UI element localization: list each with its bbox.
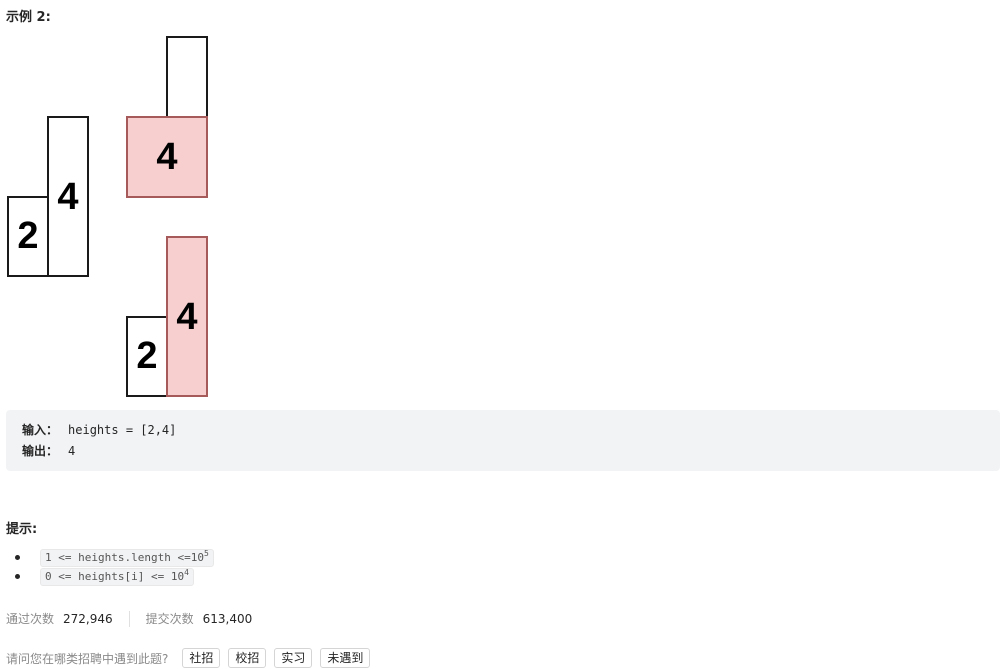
bar-left-4: 4 (47, 116, 89, 277)
submitted-value: 613,400 (202, 611, 253, 626)
histogram-figure: 2 4 4 2 4 (0, 0, 220, 400)
bar-left-2: 2 (7, 196, 49, 277)
submitted-label: 提交次数 (145, 612, 194, 626)
output-line: 输出： 4 (22, 441, 1000, 462)
example-io-box: 输入： heights = [2,4] 输出： 4 (6, 410, 1000, 471)
hints-list: 1 <= heights.length <=105 0 <= heights[i… (15, 548, 214, 586)
hint-item: 0 <= heights[i] <= 104 (15, 567, 214, 586)
hint-code: 0 <= heights[i] <= 104 (40, 568, 194, 586)
hint-code: 1 <= heights.length <=105 (40, 549, 214, 567)
hint-item: 1 <= heights.length <=105 (15, 548, 214, 567)
hint-exponent: 5 (203, 549, 209, 558)
bar-bottom-right-2: 2 (126, 316, 168, 397)
input-label: 输入： (22, 423, 59, 437)
input-value: heights = [2,4] (68, 423, 177, 437)
stats-divider (128, 610, 130, 627)
option-social-hiring-button[interactable]: 社招 (182, 648, 221, 668)
survey-question: 请问您在哪类招聘中遇到此题? (6, 651, 169, 666)
input-line: 输入： heights = [2,4] (22, 420, 1000, 441)
hint-exponent: 4 (184, 568, 189, 577)
accepted-value: 272,946 (63, 611, 113, 626)
bar-bottom-right-4: 4 (166, 236, 208, 397)
submission-stats: 通过次数 272,946 提交次数 613,400 (6, 610, 252, 627)
hint-text: 1 <= heights.length <=10 (45, 551, 204, 564)
bar-top-right-outline (166, 36, 208, 118)
output-label: 输出： (22, 444, 59, 458)
hint-text: 0 <= heights[i] <= 10 (45, 570, 185, 583)
interview-survey: 请问您在哪类招聘中遇到此题? 社招 校招 实习 未遇到 (6, 648, 371, 668)
hints-title: 提示: (6, 522, 38, 537)
option-internship-button[interactable]: 实习 (274, 648, 313, 668)
accepted-label: 通过次数 (6, 612, 55, 626)
option-not-encountered-button[interactable]: 未遇到 (320, 648, 371, 668)
bar-top-right-area: 4 (126, 116, 208, 198)
output-value: 4 (68, 444, 76, 458)
option-campus-hiring-button[interactable]: 校招 (228, 648, 267, 668)
